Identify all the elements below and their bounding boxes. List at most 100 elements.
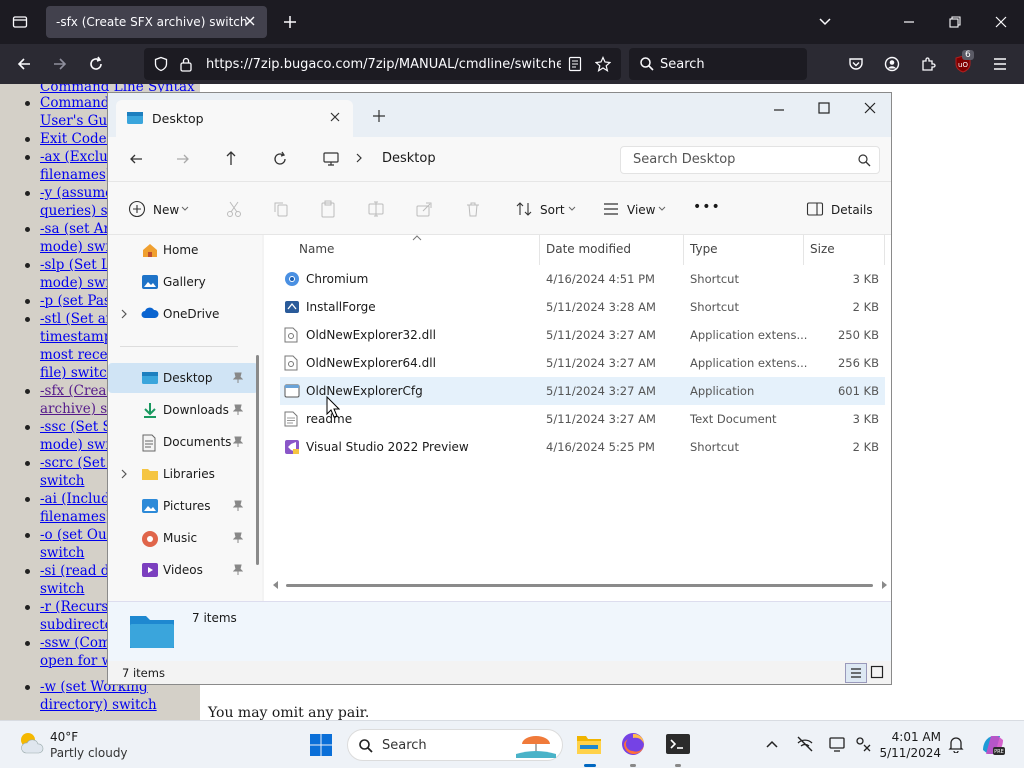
pin-icon[interactable] <box>233 404 243 416</box>
account-icon[interactable] <box>884 56 900 72</box>
reader-view-icon[interactable] <box>568 56 582 72</box>
expand-chevron-icon[interactable] <box>120 309 128 319</box>
up-icon[interactable] <box>223 149 239 167</box>
back-icon[interactable] <box>128 151 144 167</box>
close-tab-icon[interactable] <box>329 111 341 123</box>
show-hidden-icons-chevron-icon[interactable] <box>765 739 779 749</box>
close-window-icon[interactable] <box>994 15 1008 29</box>
chevron-down-icon[interactable] <box>658 206 666 212</box>
firefox-taskbar-icon[interactable] <box>620 731 646 757</box>
manual-sidebar-link[interactable]: timestamp <box>40 328 112 346</box>
clock-date[interactable]: 5/11/2024 <box>873 746 941 760</box>
pin-icon[interactable] <box>233 372 243 384</box>
manual-sidebar-link[interactable]: subdirecto <box>40 616 113 634</box>
manual-sidebar-link[interactable]: filenames) <box>40 166 111 184</box>
file-row[interactable]: Chromium 4/16/2024 4:51 PM Shortcut 3 KB <box>280 265 885 293</box>
manual-sidebar-link[interactable]: User's Gui <box>40 112 111 130</box>
file-row[interactable]: Visual Studio 2022 Preview 4/16/2024 5:25… <box>280 433 885 461</box>
new-tab-icon[interactable] <box>372 109 386 123</box>
view-button[interactable]: View <box>627 203 655 217</box>
details-view-toggle[interactable] <box>845 663 867 683</box>
new-plus-icon[interactable] <box>128 200 146 218</box>
browser-search-box[interactable]: Search <box>629 48 807 80</box>
manual-sidebar-link[interactable]: -y (assume <box>40 184 113 202</box>
terminal-taskbar-icon[interactable] <box>665 732 691 756</box>
list-all-tabs-icon[interactable] <box>818 15 832 29</box>
column-divider[interactable] <box>683 235 684 265</box>
pin-icon[interactable] <box>233 564 243 576</box>
manual-sidebar-link[interactable]: switch <box>40 580 84 598</box>
manual-sidebar-link[interactable]: -ax (Exclu <box>40 148 108 166</box>
scroll-right-arrow-icon[interactable] <box>881 581 887 589</box>
menu-hamburger-icon[interactable] <box>992 57 1008 71</box>
breadcrumb-current[interactable]: Desktop <box>382 151 436 166</box>
nav-item-downloads[interactable]: Downloads <box>108 395 258 425</box>
tab-list-icon[interactable] <box>12 14 28 30</box>
column-divider[interactable] <box>539 235 540 265</box>
clock-time[interactable]: 4:01 AM <box>883 730 941 744</box>
taskbar-search-box[interactable]: Search <box>347 729 563 761</box>
nav-scrollbar[interactable] <box>256 355 259 565</box>
new-button[interactable]: New <box>153 203 179 217</box>
nav-item-documents[interactable]: Documents <box>108 427 258 457</box>
file-row[interactable]: InstallForge 5/11/2024 3:28 AM Shortcut 2 K… <box>280 293 885 321</box>
chevron-down-icon[interactable] <box>181 206 189 212</box>
copy-icon[interactable] <box>272 200 290 218</box>
forward-icon[interactable] <box>52 56 68 72</box>
file-row[interactable]: OldNewExplorer64.dll 5/11/2024 3:27 AM App… <box>280 349 885 377</box>
nav-item-videos[interactable]: Videos <box>108 555 258 585</box>
accessibility-icon[interactable] <box>854 735 872 753</box>
nav-item-onedrive[interactable]: OneDrive <box>108 299 258 329</box>
manual-sidebar-link[interactable]: -si (read da <box>40 562 117 580</box>
display-settings-icon[interactable] <box>828 735 846 753</box>
file-row[interactable]: OldNewExplorerCfg 5/11/2024 3:27 AM Applic… <box>280 377 885 405</box>
explorer-search-input[interactable]: Search Desktop <box>620 146 880 174</box>
back-icon[interactable] <box>16 56 32 72</box>
manual-sidebar-link[interactable]: -o (set Out <box>40 526 112 544</box>
windows-start-icon[interactable] <box>309 733 333 757</box>
notification-bell-icon[interactable] <box>948 735 964 753</box>
bookmark-star-icon[interactable] <box>595 56 611 72</box>
share-icon[interactable] <box>415 200 433 218</box>
new-tab-icon[interactable] <box>282 14 298 30</box>
manual-sidebar-link[interactable]: -ssw (Com <box>40 634 111 652</box>
explorer-tab[interactable]: Desktop <box>116 100 353 137</box>
more-options-button[interactable]: ••• <box>693 199 721 215</box>
file-row[interactable]: readme 5/11/2024 3:27 AM Text Document 3 KB <box>280 405 885 433</box>
manual-sidebar-link[interactable]: -stl (Set ar <box>40 310 112 328</box>
manual-sidebar-link[interactable]: Exit Codes <box>40 130 114 148</box>
manual-sidebar-link[interactable]: -sfx (Creat <box>40 382 112 400</box>
breadcrumb-chevron-icon[interactable] <box>354 152 364 164</box>
manual-sidebar-link[interactable]: -ai (Includ <box>40 490 110 508</box>
manual-sidebar-link[interactable]: file) switch <box>40 364 115 382</box>
details-pane-icon[interactable] <box>806 201 824 217</box>
pin-icon[interactable] <box>233 500 243 512</box>
refresh-icon[interactable] <box>272 151 288 167</box>
nav-item-music[interactable]: Music <box>108 523 258 553</box>
weather-desc[interactable]: Partly cloudy <box>50 746 128 760</box>
pin-icon[interactable] <box>233 532 243 544</box>
manual-sidebar-link[interactable]: switch <box>40 472 84 490</box>
reload-icon[interactable] <box>88 56 104 72</box>
details-button[interactable]: Details <box>831 203 873 217</box>
column-header-type[interactable]: Type <box>690 242 718 256</box>
copilot-icon[interactable]: PRE <box>980 732 1006 758</box>
nav-item-libraries[interactable]: Libraries <box>108 459 258 489</box>
maximize-icon[interactable] <box>817 101 831 115</box>
paste-icon[interactable] <box>319 199 337 219</box>
url-text[interactable]: https://7zip.bugaco.com/7zip/MANUAL/cmdl… <box>206 57 561 72</box>
rename-icon[interactable] <box>367 200 385 218</box>
manual-sidebar-link[interactable]: most recen <box>40 346 116 364</box>
manual-sidebar-link[interactable]: -ssc (Set S <box>40 418 112 436</box>
weather-temp[interactable]: 40°F <box>50 730 78 744</box>
nav-item-gallery[interactable]: Gallery <box>108 267 258 297</box>
scroll-left-arrow-icon[interactable] <box>273 581 279 589</box>
manual-sidebar-link[interactable]: filenames) <box>40 508 111 526</box>
ublock-origin-icon[interactable]: uO 6 <box>954 50 974 75</box>
manual-sidebar-link[interactable]: mode) swi <box>40 238 110 256</box>
shield-icon[interactable] <box>153 56 169 72</box>
manual-sidebar-link[interactable]: mode) swi <box>40 436 110 454</box>
restore-icon[interactable] <box>948 15 962 29</box>
expand-chevron-icon[interactable] <box>120 469 128 479</box>
pin-icon[interactable] <box>233 436 243 448</box>
